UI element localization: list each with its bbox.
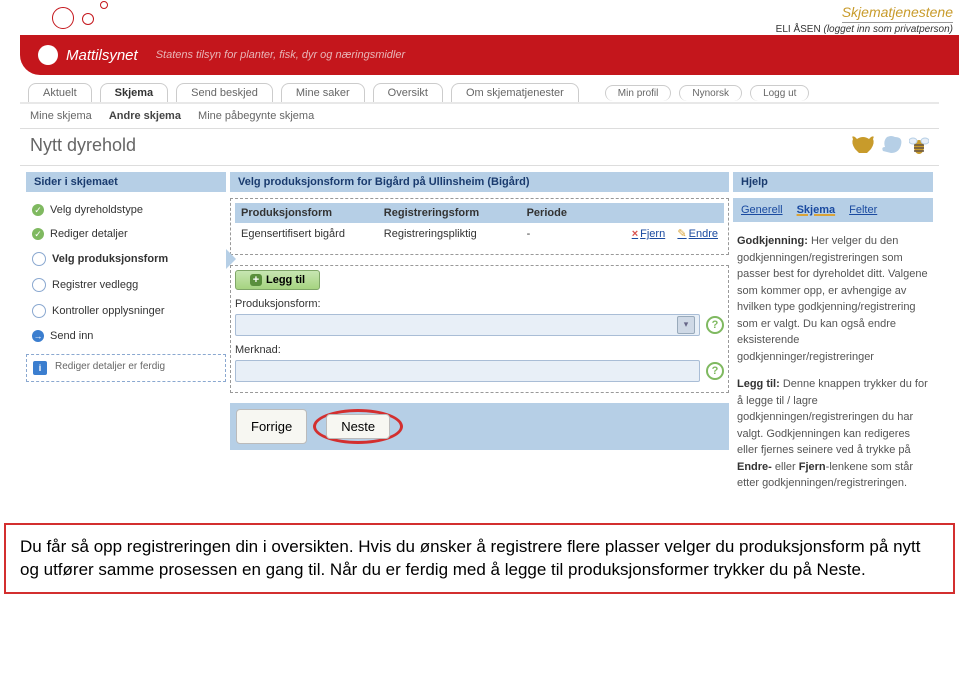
category-icons bbox=[849, 133, 929, 157]
merknad-label: Merknad: bbox=[235, 344, 724, 356]
x-icon: × bbox=[632, 228, 638, 240]
tab-om[interactable]: Om skjematjenester bbox=[451, 83, 579, 102]
main-title: Velg produksjonsform for Bigård på Ullin… bbox=[230, 172, 729, 192]
step-list: ✓Velg dyreholdstype ✓Rediger detaljer Ve… bbox=[26, 198, 226, 348]
help-text: Godkjenning: Her velger du den godkjenni… bbox=[733, 233, 933, 492]
logo: Mattilsynet bbox=[38, 45, 138, 65]
ring-icon bbox=[32, 304, 46, 318]
produksjonsform-label: Produksjonsform: bbox=[235, 298, 724, 310]
page-title-bar: Nytt dyrehold bbox=[20, 128, 939, 166]
subtab-mine-skjema[interactable]: Mine skjema bbox=[30, 110, 92, 122]
chicken-icon bbox=[879, 133, 907, 157]
top-bar: Skjematjenestene ELI ÅSEN (logget inn so… bbox=[0, 0, 959, 35]
step-kontroller[interactable]: Kontroller opplysninger bbox=[26, 298, 226, 324]
bee-icon bbox=[909, 133, 929, 157]
tab-mine-saker[interactable]: Mine saker bbox=[281, 83, 365, 102]
add-form-panel: +Legg til Produksjonsform: ▾ ? Merknad: … bbox=[230, 265, 729, 393]
row-actions: ×Fjern ✎Endre bbox=[598, 227, 718, 240]
page-title: Nytt dyrehold bbox=[30, 135, 136, 156]
tagline: Statens tilsyn for planter, fisk, dyr og… bbox=[156, 49, 405, 61]
ring-icon bbox=[32, 252, 46, 266]
check-icon: ✓ bbox=[32, 204, 44, 216]
col-produksjonsform: Produksjonsform bbox=[241, 207, 384, 219]
remove-link[interactable]: ×Fjern bbox=[632, 228, 666, 240]
step-send-inn[interactable]: →Send inn bbox=[26, 324, 226, 348]
subtab-andre-skjema[interactable]: Andre skjema bbox=[109, 110, 181, 122]
arrow-icon: → bbox=[32, 330, 44, 342]
cow-icon bbox=[849, 133, 877, 157]
info-text: Rediger detaljer er ferdig bbox=[55, 361, 165, 372]
brand-title: Skjematjenestene bbox=[842, 4, 953, 23]
produksjonsform-select[interactable]: ▾ bbox=[235, 314, 700, 336]
help-link-generell[interactable]: Generell bbox=[741, 204, 783, 216]
main-content: Velg produksjonsform for Bigård på Ullin… bbox=[230, 172, 729, 503]
main-tabs: Aktuelt Skjema Send beskjed Mine saker O… bbox=[20, 75, 939, 104]
info-box: i Rediger detaljer er ferdig bbox=[26, 354, 226, 382]
cell-produksjonsform: Egensertifisert bigård bbox=[241, 228, 384, 240]
step-dyreholdstype[interactable]: ✓Velg dyreholdstype bbox=[26, 198, 226, 222]
user-info: ELI ÅSEN (logget inn som privatperson) bbox=[776, 24, 953, 35]
chevron-down-icon: ▾ bbox=[677, 316, 695, 334]
col-periode: Periode bbox=[527, 207, 598, 219]
help-link-felter[interactable]: Felter bbox=[849, 204, 877, 216]
subtab-pabegynte[interactable]: Mine påbegynte skjema bbox=[198, 110, 314, 122]
tab-skjema[interactable]: Skjema bbox=[100, 83, 169, 102]
cell-registreringsform: Registreringspliktig bbox=[384, 228, 527, 240]
tab-oversikt[interactable]: Oversikt bbox=[373, 83, 443, 102]
help-link-skjema[interactable]: Skjema bbox=[797, 204, 836, 216]
step-produksjonsform[interactable]: Velg produksjonsform bbox=[26, 246, 226, 272]
instruction-note: Du får så opp registreringen din i overs… bbox=[4, 523, 955, 595]
pill-min-profil[interactable]: Min profil bbox=[605, 85, 672, 101]
plus-icon: + bbox=[250, 274, 262, 286]
logo-icon bbox=[38, 45, 58, 65]
tab-send-beskjed[interactable]: Send beskjed bbox=[176, 83, 273, 102]
prev-button[interactable]: Forrige bbox=[236, 409, 307, 444]
sidebar-title: Sider i skjemaet bbox=[26, 172, 226, 192]
help-icon[interactable]: ? bbox=[706, 362, 724, 380]
header: Mattilsynet Statens tilsyn for planter, … bbox=[20, 35, 959, 75]
pill-logg-ut[interactable]: Logg ut bbox=[750, 85, 809, 101]
add-button[interactable]: +Legg til bbox=[235, 270, 320, 290]
table-row: Egensertifisert bigård Registreringsplik… bbox=[235, 223, 724, 244]
table-header: Produksjonsform Registreringsform Period… bbox=[235, 203, 724, 223]
sidebar: Sider i skjemaet ✓Velg dyreholdstype ✓Re… bbox=[26, 172, 226, 503]
logo-text: Mattilsynet bbox=[66, 47, 138, 64]
highlight-circle: Neste bbox=[313, 409, 403, 444]
tab-aktuelt[interactable]: Aktuelt bbox=[28, 83, 92, 102]
help-tabs: Generell Skjema Felter bbox=[733, 198, 933, 222]
production-table-panel: Produksjonsform Registreringsform Period… bbox=[230, 198, 729, 255]
check-icon: ✓ bbox=[32, 228, 44, 240]
nav-buttons: Forrige Neste bbox=[230, 403, 729, 450]
sub-tabs: Mine skjema Andre skjema Mine påbegynte … bbox=[20, 104, 939, 128]
edit-link[interactable]: ✎Endre bbox=[677, 228, 718, 240]
help-icon[interactable]: ? bbox=[706, 316, 724, 334]
help-panel: Hjelp Generell Skjema Felter Godkjenning… bbox=[733, 172, 933, 503]
ring-icon bbox=[32, 278, 46, 292]
next-button[interactable]: Neste bbox=[326, 414, 390, 439]
col-registreringsform: Registreringsform bbox=[384, 207, 527, 219]
help-title: Hjelp bbox=[733, 172, 933, 192]
pill-nynorsk[interactable]: Nynorsk bbox=[679, 85, 742, 101]
merknad-input[interactable] bbox=[235, 360, 700, 382]
step-rediger-detaljer[interactable]: ✓Rediger detaljer bbox=[26, 222, 226, 246]
step-registrer-vedlegg[interactable]: Registrer vedlegg bbox=[26, 272, 226, 298]
cell-periode: - bbox=[527, 228, 598, 240]
info-icon: i bbox=[33, 361, 47, 375]
pencil-icon: ✎ bbox=[677, 228, 686, 240]
